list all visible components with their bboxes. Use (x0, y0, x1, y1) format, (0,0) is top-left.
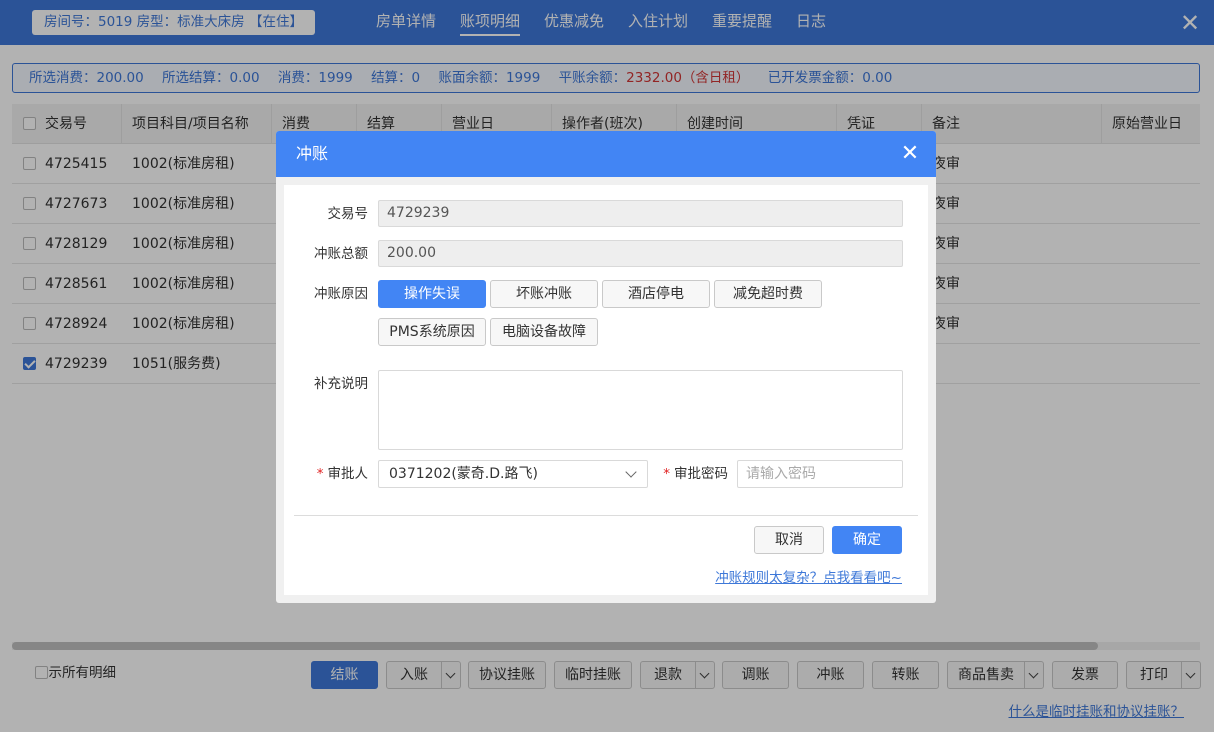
approver-value: 0371202(蒙奇.D.路飞) (389, 466, 538, 482)
reason-bad-debt[interactable]: 坏账冲账 (490, 280, 598, 308)
reason-computer-failure[interactable]: 电脑设备故障 (490, 318, 598, 346)
reason-power-outage[interactable]: 酒店停电 (602, 280, 710, 308)
confirm-button[interactable]: 确定 (832, 526, 902, 554)
approver-select[interactable]: 0371202(蒙奇.D.路飞) (378, 460, 648, 488)
approver-label-wrap: * 审批人 (316, 466, 369, 482)
dialog-header: 冲账 ✕ (276, 131, 936, 177)
reason-label: 冲账原因 (314, 286, 368, 302)
reverse-rules-help-link[interactable]: 冲账规则太复杂？点我看看吧~ (715, 566, 902, 586)
reason-operation-error[interactable]: 操作失误 (378, 280, 486, 308)
txn-label: 交易号 (327, 206, 369, 222)
amount-field: 200.00 (378, 240, 903, 267)
dialog-divider (294, 515, 918, 516)
close-icon[interactable]: ✕ (898, 142, 922, 166)
txn-field: 4729239 (378, 200, 903, 227)
password-label-wrap: * 审批密码 (663, 466, 728, 482)
dialog-body: 交易号 4729239 冲账总额 200.00 冲账原因 操作失误 坏账冲账 酒… (284, 185, 928, 595)
amount-label: 冲账总额 (314, 246, 368, 262)
note-label: 补充说明 (314, 376, 368, 392)
reverse-dialog: 冲账 ✕ 交易号 4729239 冲账总额 200.00 冲账原因 操作失误 坏… (276, 131, 936, 603)
note-textarea[interactable] (378, 370, 903, 450)
password-label: 审批密码 (674, 466, 728, 482)
chevron-down-icon (625, 466, 637, 478)
dialog-title: 冲账 (296, 144, 329, 163)
password-input[interactable] (737, 460, 903, 488)
cancel-button[interactable]: 取消 (754, 526, 824, 554)
reason-pms-system[interactable]: PMS系统原因 (378, 318, 486, 346)
reason-overtime-waiver[interactable]: 减免超时费 (714, 280, 822, 308)
approver-label: 审批人 (327, 466, 369, 482)
